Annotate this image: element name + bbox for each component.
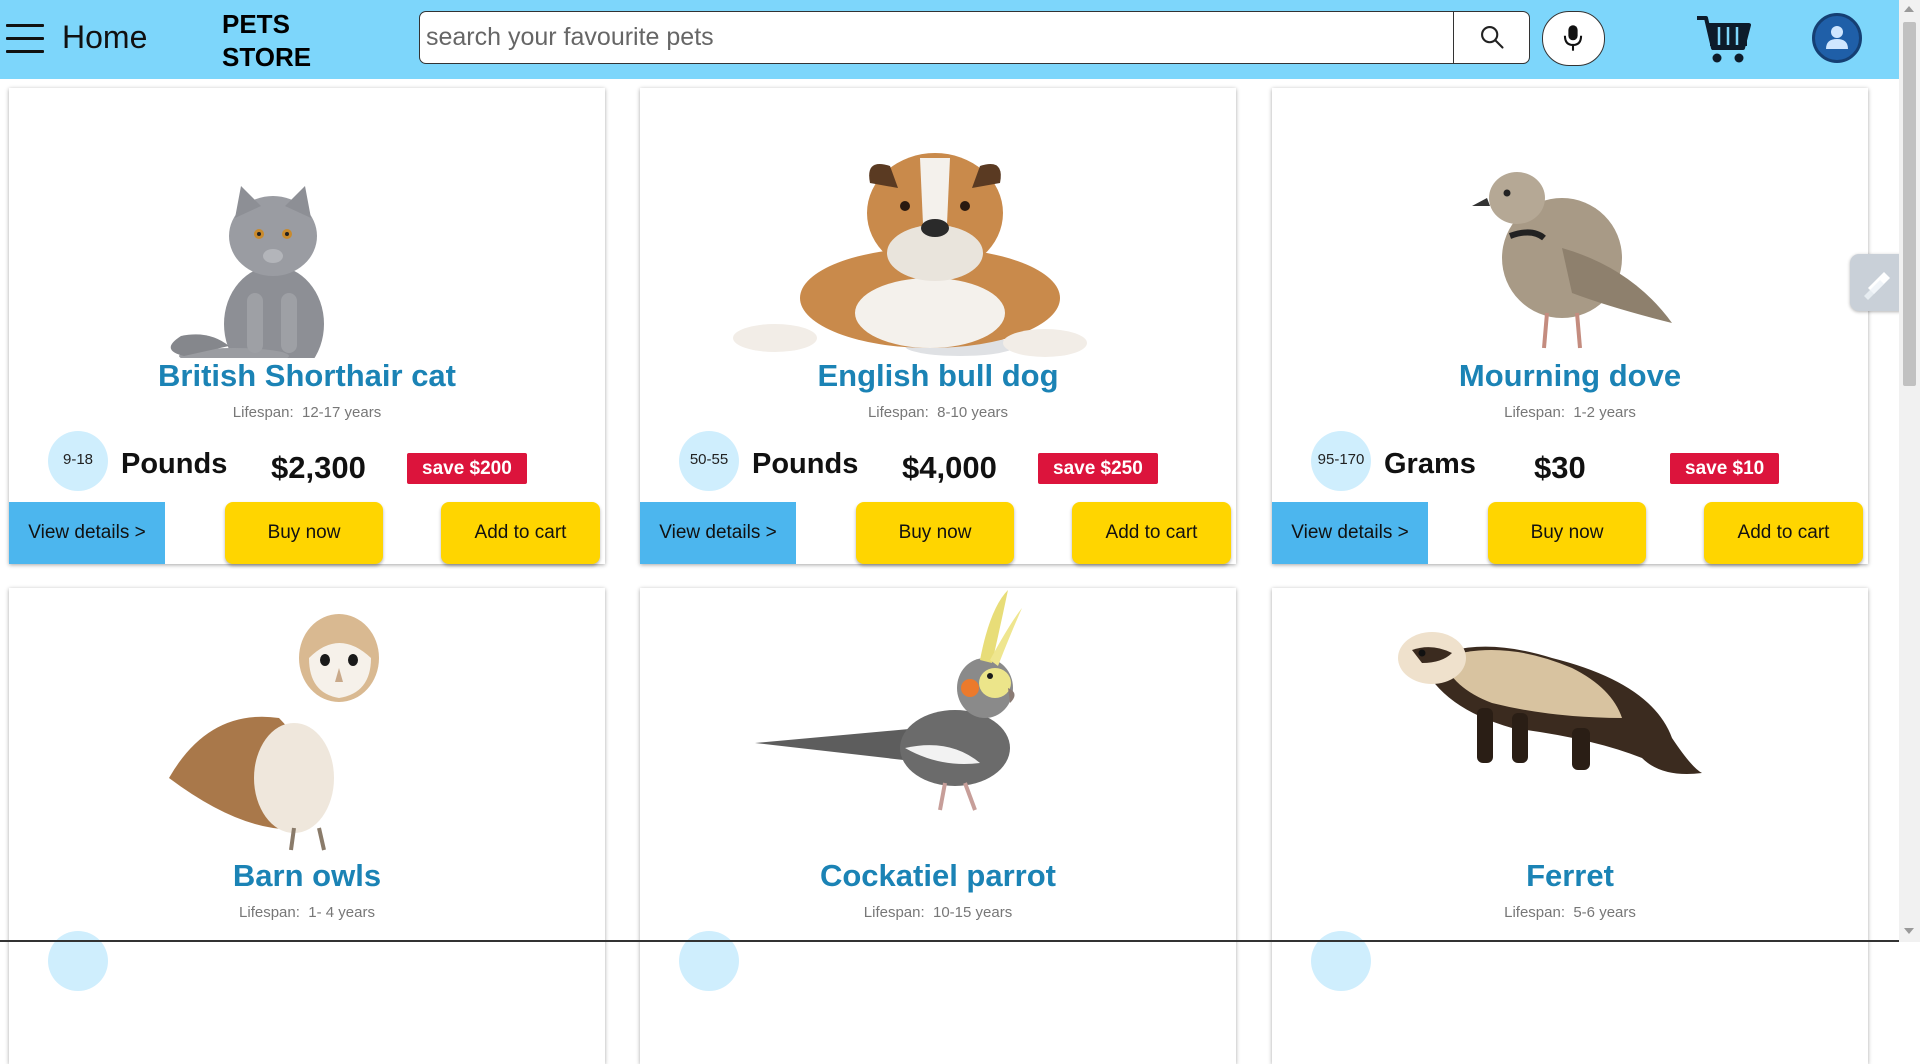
- weight-unit: Grams: [1384, 448, 1476, 480]
- buy-now-button[interactable]: Buy now: [856, 502, 1014, 564]
- top-navigation-bar: Home PETS STORE: [0, 0, 1899, 79]
- user-account-button[interactable]: [1812, 13, 1862, 63]
- view-details-button[interactable]: View details >: [1272, 502, 1428, 564]
- cockatiel-photo: [755, 590, 1022, 811]
- lifespan-label: Lifespan:: [1504, 404, 1565, 421]
- add-to-cart-button[interactable]: Add to cart: [1072, 502, 1231, 564]
- grey-cat-photo: [170, 186, 324, 358]
- brand-logo-text: PETS STORE: [222, 8, 311, 74]
- pet-card-english-bull-dog: English bull dog Lifespan: 8-10 years 50…: [640, 88, 1236, 564]
- voice-search-button[interactable]: [1542, 11, 1605, 66]
- scrollbar-thumb[interactable]: [1903, 22, 1916, 386]
- save-badge: save $10: [1670, 453, 1780, 484]
- bulldog-photo: [733, 153, 1087, 357]
- pet-name: English bull dog: [817, 358, 1059, 393]
- pet-card-british-shorthair-cat: British Shorthair cat Lifespan: 12-17 ye…: [9, 88, 605, 564]
- pet-name: Barn owls: [232, 858, 382, 893]
- scroll-down-arrow-icon[interactable]: [1904, 928, 1914, 934]
- lifespan-value: 10-15 years: [933, 904, 1013, 921]
- home-link[interactable]: Home: [62, 19, 147, 56]
- lifespan-value: 8-10 years: [937, 404, 1009, 421]
- weight-unit: Pounds: [121, 448, 228, 480]
- lifespan-value: 1- 4 years: [308, 904, 375, 921]
- microphone-icon: [1563, 25, 1583, 51]
- pet-price: $30: [1534, 450, 1586, 485]
- view-details-button[interactable]: View details >: [640, 502, 796, 564]
- save-badge: save $250: [1038, 453, 1158, 484]
- user-avatar-icon: [1826, 26, 1848, 49]
- search-input[interactable]: [419, 11, 1454, 64]
- pet-card-barn-owls: Barn owls Lifespan: 1- 4 years: [9, 588, 605, 1064]
- pet-price: $4,000: [902, 450, 997, 485]
- weight-range-badge: 9-18: [48, 431, 108, 491]
- pet-lifespan: Lifespan: 1-2 years: [1272, 404, 1868, 421]
- shopping-cart-icon: [1697, 16, 1751, 63]
- lifespan-value: 12-17 years: [302, 404, 382, 421]
- pet-card-cockatiel-parrot: Cockatiel parrot Lifespan: 10-15 years: [640, 588, 1236, 1064]
- lifespan-value: 1-2 years: [1573, 404, 1636, 421]
- pet-name: Mourning dove: [1458, 358, 1682, 393]
- barn-owl-photo: [169, 614, 379, 851]
- search-icon: [1481, 26, 1504, 49]
- buy-now-button[interactable]: Buy now: [1488, 502, 1646, 564]
- add-to-cart-button[interactable]: Add to cart: [1704, 502, 1863, 564]
- lifespan-label: Lifespan:: [863, 904, 925, 921]
- pet-lifespan: Lifespan: 5-6 years: [1272, 904, 1868, 921]
- pet-card-ferret: Ferret Lifespan: 5-6 years: [1272, 588, 1868, 1064]
- cart-button[interactable]: [1695, 12, 1751, 66]
- pet-lifespan: Lifespan: 1- 4 years: [9, 904, 605, 921]
- lifespan-label: Lifespan:: [1504, 904, 1565, 921]
- search-button[interactable]: [1454, 11, 1530, 64]
- lifespan-value: 5-6 years: [1573, 904, 1636, 921]
- pet-lifespan: Lifespan: 8-10 years: [640, 404, 1236, 421]
- pet-name: Ferret: [1526, 858, 1614, 893]
- lifespan-label: Lifespan:: [239, 904, 300, 921]
- pet-lifespan: Lifespan: 12-17 years: [9, 404, 605, 421]
- brand-line-2: STORE: [222, 42, 312, 72]
- menu-icon[interactable]: [6, 24, 44, 54]
- pet-name: British Shorthair cat: [158, 358, 456, 393]
- brand-line-1: PETS: [222, 9, 290, 39]
- weight-unit: Pounds: [752, 448, 859, 480]
- buy-now-button[interactable]: Buy now: [225, 502, 383, 564]
- pet-card-mourning-dove: Mourning dove Lifespan: 1-2 years 95-170…: [1272, 88, 1868, 564]
- weight-range-badge: 95-170: [1311, 431, 1371, 491]
- scroll-up-arrow-icon[interactable]: [1904, 6, 1914, 12]
- pet-price: $2,300: [271, 450, 366, 485]
- pet-name: Cockatiel parrot: [819, 858, 1056, 893]
- ferret-photo: [1398, 632, 1702, 774]
- lifespan-label: Lifespan:: [232, 404, 294, 421]
- add-to-cart-button[interactable]: Add to cart: [441, 502, 600, 564]
- pet-lifespan: Lifespan: 10-15 years: [640, 904, 1236, 921]
- dove-photo: [1472, 172, 1672, 349]
- save-badge: save $200: [407, 453, 527, 484]
- page-scrollbar[interactable]: [1899, 0, 1920, 942]
- weight-range-badge: 50-55: [679, 431, 739, 491]
- lifespan-label: Lifespan:: [867, 404, 929, 421]
- view-details-button[interactable]: View details >: [9, 502, 165, 564]
